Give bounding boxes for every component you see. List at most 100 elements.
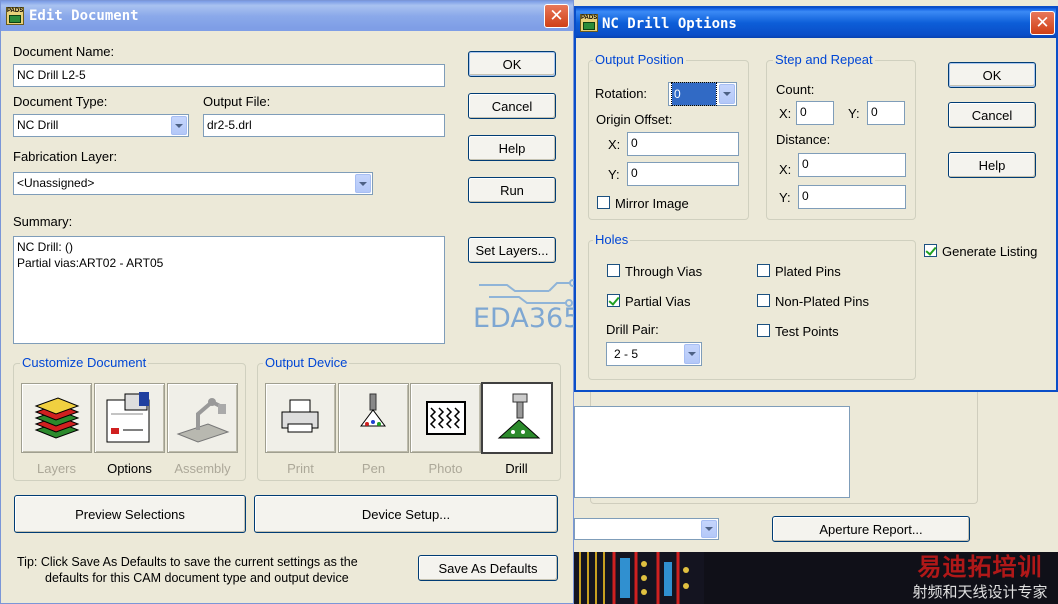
ok-button[interactable]: OK (948, 62, 1036, 88)
output-file-input[interactable]: dr2-5.drl (203, 114, 445, 137)
count-x-input[interactable]: 0 (796, 101, 834, 125)
assembly-label: Assembly (174, 461, 231, 476)
photo-button[interactable] (410, 383, 481, 453)
dialog-title: NC Drill Options (602, 16, 737, 32)
tip-text: Tip: Click Save As Defaults to save the … (17, 555, 358, 569)
drill-machine-icon (497, 393, 541, 439)
rotation-label: Rotation: (595, 86, 648, 101)
summary-line: Partial vias:ART02 - ART05 (17, 256, 164, 270)
mirror-image-label: Mirror Image (615, 196, 689, 211)
generate-listing-checkbox[interactable] (924, 244, 937, 257)
pen-label: Pen (361, 461, 386, 476)
distance-y-input[interactable]: 0 (798, 185, 906, 209)
document-type-value: NC Drill (17, 118, 59, 132)
step-repeat-title: Step and Repeat (773, 52, 875, 67)
drill-pair-value: 2 - 5 (614, 347, 639, 361)
test-points-label: Test Points (775, 324, 839, 339)
document-name-input[interactable]: NC Drill L2-5 (13, 64, 445, 87)
set-layers-button[interactable]: Set Layers... (468, 237, 556, 263)
count-y-input[interactable]: 0 (867, 101, 905, 125)
device-setup-button[interactable]: Device Setup... (254, 495, 558, 533)
origin-x-input[interactable]: 0 (627, 132, 739, 156)
background-listbox[interactable] (574, 406, 850, 498)
partial-vias-checkbox[interactable] (607, 294, 620, 307)
chevron-down-icon (355, 174, 371, 193)
pen-button[interactable] (338, 383, 409, 453)
rotation-value: 0 (671, 82, 717, 106)
print-label: Print (287, 461, 314, 476)
preview-selections-button[interactable]: Preview Selections (14, 495, 246, 533)
pads-app-icon: PADS (6, 7, 24, 25)
count-y-label: Y: (848, 106, 860, 121)
non-plated-pins-checkbox[interactable] (757, 294, 770, 307)
document-type-select[interactable]: NC Drill (13, 114, 189, 137)
close-icon[interactable]: ✕ (1030, 11, 1055, 35)
plated-pins-checkbox[interactable] (757, 264, 770, 277)
background-combo[interactable] (574, 518, 719, 540)
cancel-button[interactable]: Cancel (948, 102, 1036, 128)
distance-x-label: X: (779, 162, 792, 177)
watermark-text: 易迪拓培训 (917, 553, 1043, 581)
through-vias-checkbox[interactable] (607, 264, 620, 277)
summary-textbox[interactable]: NC Drill: () Partial vias:ART02 - ART05 (13, 236, 445, 344)
layers-button[interactable] (21, 383, 92, 453)
fab-layer-label: Fabrication Layer: (13, 149, 118, 164)
fabrication-layer-select[interactable]: <Unassigned> (13, 172, 373, 195)
dialog-title: Edit Document (29, 8, 139, 24)
eda365-watermark: EDA365 (473, 303, 581, 334)
options-document-icon (106, 392, 150, 443)
output-position-title: Output Position (593, 52, 686, 67)
mirror-image-checkbox[interactable] (597, 196, 610, 209)
test-points-checkbox[interactable] (757, 324, 770, 337)
help-button[interactable]: Help (948, 152, 1036, 178)
options-button[interactable] (94, 383, 165, 453)
output-file-label: Output File: (203, 94, 271, 109)
summary-label: Summary: (13, 214, 73, 229)
count-x-label: X: (779, 106, 792, 121)
plated-pins-label: Plated Pins (775, 264, 841, 279)
summary-line: NC Drill: () (17, 240, 73, 254)
count-label: Count: (776, 82, 815, 97)
run-button[interactable]: Run (468, 177, 556, 203)
options-label: Options (107, 461, 152, 476)
assembly-button[interactable] (167, 383, 238, 453)
pen-plotter-icon (360, 393, 386, 427)
distance-label: Distance: (776, 132, 831, 147)
help-button[interactable]: Help (468, 135, 556, 161)
ok-button[interactable]: OK (468, 51, 556, 77)
close-icon[interactable]: ✕ (544, 4, 569, 28)
distance-y-label: Y: (779, 190, 791, 205)
chevron-down-icon (719, 84, 735, 104)
nc-drill-titlebar[interactable]: PADS NC Drill Options ✕ (576, 8, 1056, 38)
watermark-subtext: 射频和天线设计专家 (912, 583, 1048, 601)
drill-pair-select[interactable]: 2 - 5 (606, 342, 702, 366)
print-button[interactable] (265, 383, 336, 453)
chevron-down-icon (701, 520, 717, 538)
pads-app-icon: PADS (580, 14, 598, 32)
customize-document-title: Customize Document (20, 355, 149, 370)
photoplot-icon (426, 401, 466, 435)
origin-offset-label: Origin Offset: (596, 112, 673, 127)
non-plated-pins-label: Non-Plated Pins (775, 294, 869, 309)
fabrication-layer-value: <Unassigned> (17, 176, 95, 190)
nc-drill-options-dialog: PADS NC Drill Options ✕ Output Position … (574, 6, 1058, 392)
edit-document-dialog: PADS Edit Document ✕ Document Name: NC D… (0, 0, 580, 604)
edit-document-titlebar[interactable]: PADS Edit Document ✕ (1, 1, 573, 31)
printer-icon (281, 399, 319, 433)
doc-type-label: Document Type: (13, 94, 108, 109)
cancel-button[interactable]: Cancel (468, 93, 556, 119)
generate-listing-label: Generate Listing (942, 244, 1038, 259)
layers-label: Layers (36, 461, 77, 476)
save-as-defaults-button[interactable]: Save As Defaults (418, 555, 558, 581)
holes-title: Holes (593, 232, 631, 247)
aperture-report-button[interactable]: Aperture Report... (772, 516, 970, 542)
origin-y-input[interactable]: 0 (627, 162, 739, 186)
rotation-select[interactable]: 0 (668, 82, 737, 106)
drill-button[interactable] (481, 382, 553, 454)
photo-label: Photo (428, 461, 463, 476)
output-device-title: Output Device (263, 355, 350, 370)
tip-text-continued: defaults for this CAM document type and … (45, 571, 349, 585)
drill-pair-label: Drill Pair: (606, 322, 659, 337)
doc-name-label: Document Name: (13, 44, 115, 59)
distance-x-input[interactable]: 0 (798, 153, 906, 177)
